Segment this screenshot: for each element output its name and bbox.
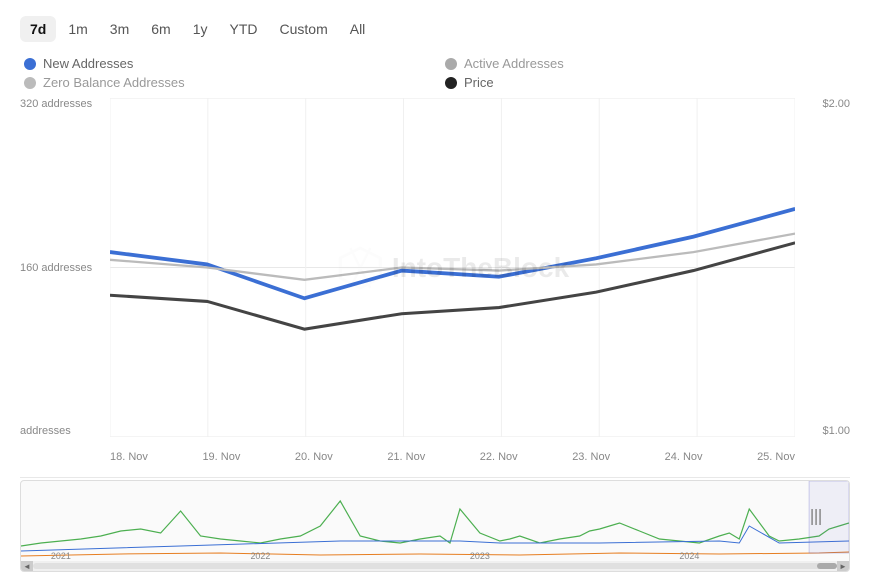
legend-active-addresses: Active Addresses [445, 56, 846, 71]
mini-selection [809, 481, 849, 553]
btn-1y[interactable]: 1y [183, 16, 218, 42]
new-addresses-line [110, 209, 795, 298]
chart-wrapper: 320 addresses 160 addresses addresses $2… [20, 98, 850, 572]
legend-label-new-addresses: New Addresses [43, 56, 133, 71]
main-chart-svg [110, 98, 795, 437]
mini-year-2021: 2021 [51, 551, 71, 561]
chart-legend: New Addresses Active Addresses Zero Bala… [20, 56, 850, 90]
x-label-5: 23. Nov [572, 451, 610, 463]
legend-label-active-addresses: Active Addresses [464, 56, 564, 71]
mini-year-2024: 2024 [679, 551, 699, 561]
mini-scroll-left[interactable]: ◄ [21, 561, 33, 571]
mini-scrollbar[interactable]: ◄ ► [21, 561, 849, 571]
legend-dot-zero-balance [24, 77, 36, 89]
btn-1m[interactable]: 1m [58, 16, 97, 42]
legend-zero-balance: Zero Balance Addresses [24, 75, 425, 90]
y-label-top-right: $2.00 [803, 98, 850, 110]
mini-scroll-right[interactable]: ► [837, 561, 849, 571]
mini-year-2022: 2022 [250, 551, 270, 561]
mini-chart-inner: 2021 2022 2023 2024 [21, 481, 849, 571]
legend-dot-price [445, 77, 457, 89]
x-label-2: 20. Nov [295, 451, 333, 463]
x-label-4: 22. Nov [480, 451, 518, 463]
y-label-mid-left: 160 addresses [20, 262, 102, 274]
mini-chart-section[interactable]: 2021 2022 2023 2024 ◄ ► [20, 480, 850, 572]
mini-new-line [21, 501, 849, 546]
mini-scroll-track[interactable] [33, 563, 837, 569]
x-label-1: 19. Nov [202, 451, 240, 463]
legend-new-addresses: New Addresses [24, 56, 425, 71]
main-container: 7d 1m 3m 6m 1y YTD Custom All New Addres… [0, 0, 870, 580]
mini-scroll-thumb[interactable] [817, 563, 837, 569]
legend-dot-new-addresses [24, 58, 36, 70]
price-line [110, 243, 795, 329]
legend-label-zero-balance: Zero Balance Addresses [43, 75, 185, 90]
mini-chart-svg: 2021 2022 2023 2024 [21, 481, 849, 563]
y-label-top-left: 320 addresses [20, 98, 102, 110]
x-label-3: 21. Nov [387, 451, 425, 463]
y-axis-right: $2.00 $1.00 [795, 98, 850, 437]
mini-price-line [21, 552, 849, 556]
btn-all[interactable]: All [340, 16, 376, 42]
legend-dot-active-addresses [445, 58, 457, 70]
btn-custom[interactable]: Custom [270, 16, 338, 42]
x-label-7: 25. Nov [757, 451, 795, 463]
x-label-0: 18. Nov [110, 451, 148, 463]
btn-ytd[interactable]: YTD [220, 16, 268, 42]
btn-3m[interactable]: 3m [100, 16, 139, 42]
chart-svg-container: IntoTheBlock [110, 98, 795, 437]
btn-7d[interactable]: 7d [20, 16, 56, 42]
x-label-6: 24. Nov [665, 451, 703, 463]
x-axis: 18. Nov 19. Nov 20. Nov 21. Nov 22. Nov … [110, 437, 795, 477]
legend-label-price: Price [464, 75, 494, 90]
y-axis-left: 320 addresses 160 addresses addresses [20, 98, 110, 437]
mini-year-2023: 2023 [470, 551, 490, 561]
legend-price: Price [445, 75, 846, 90]
y-label-bottom-left: addresses [20, 425, 102, 437]
btn-6m[interactable]: 6m [141, 16, 180, 42]
y-label-bottom-right: $1.00 [803, 425, 850, 437]
main-chart: 320 addresses 160 addresses addresses $2… [20, 98, 850, 478]
time-range-toolbar: 7d 1m 3m 6m 1y YTD Custom All [20, 16, 850, 42]
